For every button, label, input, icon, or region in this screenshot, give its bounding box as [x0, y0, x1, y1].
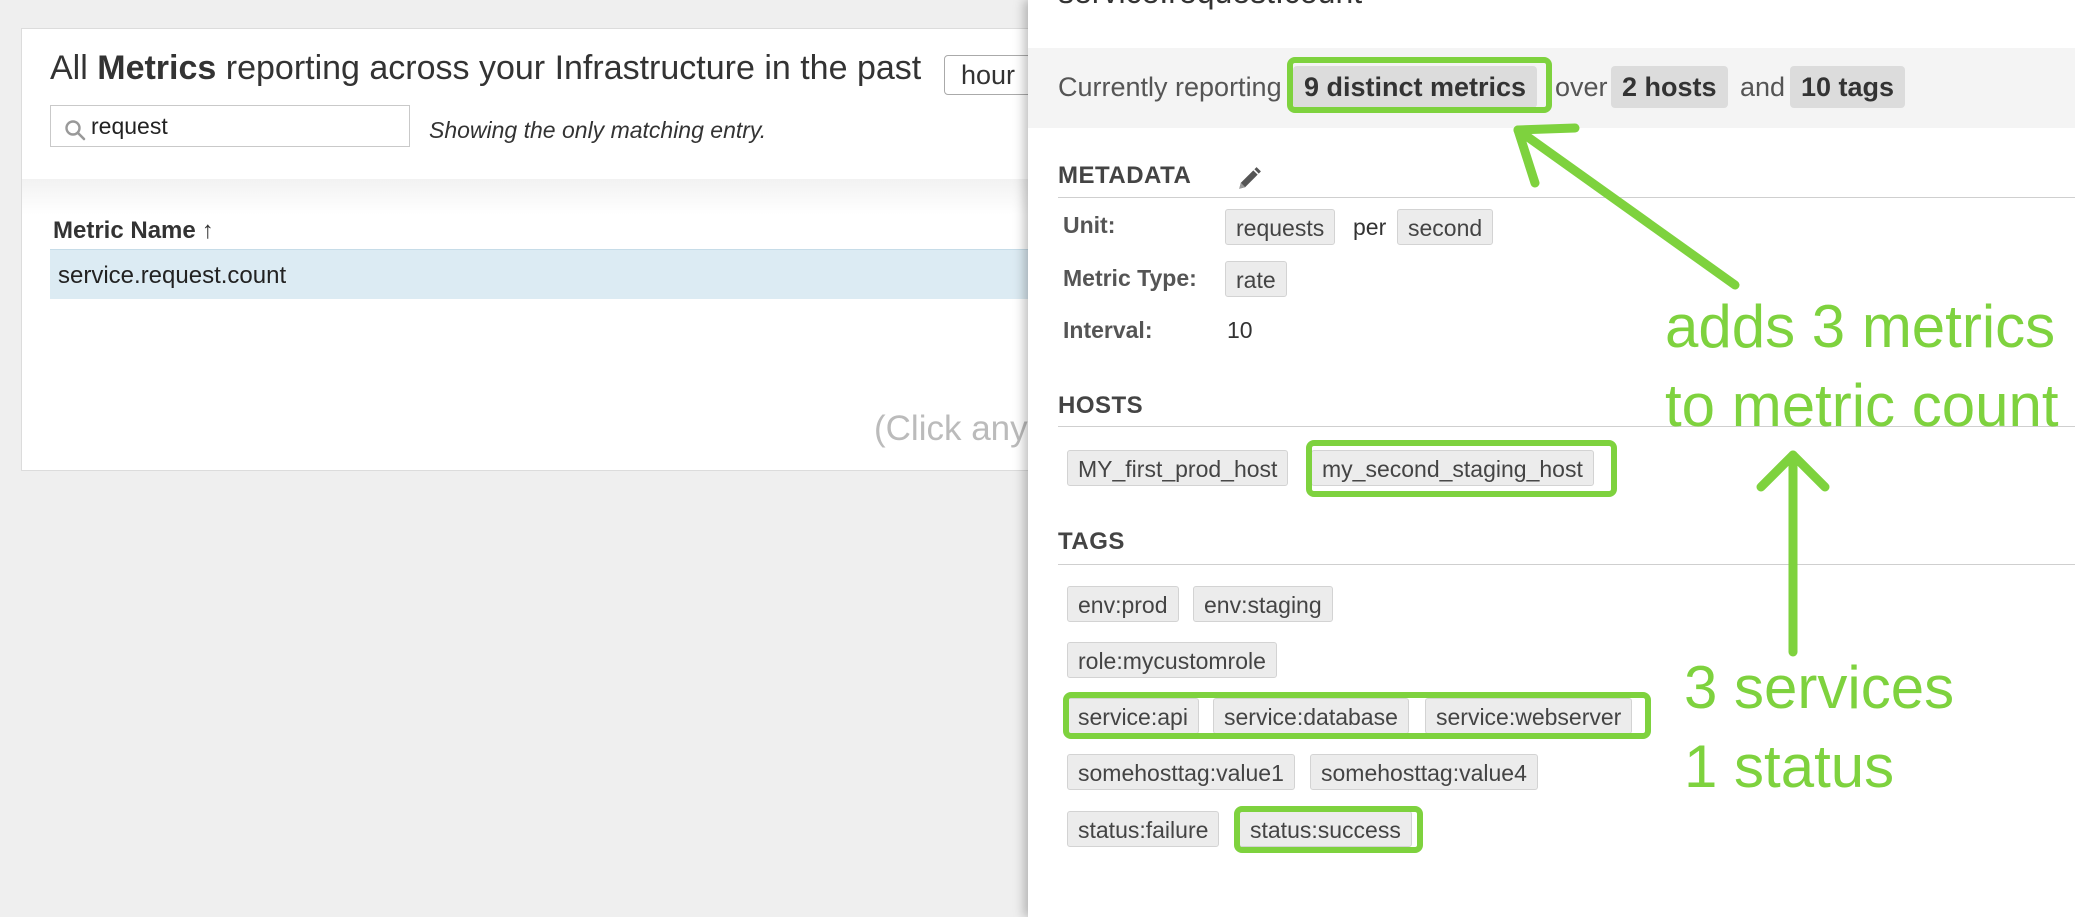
edit-pencil-icon[interactable]: [1236, 166, 1262, 192]
heading-prefix: All: [50, 49, 88, 87]
timeframe-value: hour: [961, 60, 1016, 90]
tag-chip[interactable]: service:webserver: [1425, 698, 1633, 734]
tags-divider: [1058, 564, 2075, 565]
metric-type-label: Metric Type:: [1063, 265, 1197, 291]
list-divider: [22, 179, 1040, 215]
summary-and: and: [1740, 72, 1786, 102]
unit-value-tag: requests: [1225, 209, 1336, 245]
summary-over: over: [1555, 72, 1608, 102]
tag-chip[interactable]: somehosttag:value1: [1067, 754, 1295, 790]
search-icon: [65, 120, 86, 141]
tag-chip[interactable]: service:api: [1067, 698, 1199, 734]
column-header-label: Metric Name: [53, 217, 196, 244]
tag-chip[interactable]: env:staging: [1193, 586, 1333, 622]
metadata-title-text: METADATA: [1058, 162, 1192, 189]
annotation-top-line1: adds 3 metrics: [1665, 293, 2056, 360]
tag-chip[interactable]: status:failure: [1067, 811, 1220, 847]
tag-chip[interactable]: role:mycustomrole: [1067, 642, 1277, 678]
unit-per-text: per: [1353, 214, 1387, 240]
heading-bold: Metrics: [97, 49, 217, 87]
interval-value: 10: [1227, 317, 1253, 343]
tag-chip[interactable]: env:prod: [1067, 586, 1179, 622]
annotation-top: adds 3 metrics to metric count: [1665, 287, 2059, 445]
annotation-bottom-line1: 3 services: [1684, 654, 1955, 721]
metric-type-tag: rate: [1225, 261, 1287, 297]
panel-title: service.request.count: [1058, 0, 1362, 11]
sort-ascending-icon: ↑: [201, 217, 214, 244]
distinct-metrics-badge: 9 distinct metrics: [1293, 66, 1538, 108]
unit-per-value-tag: second: [1397, 209, 1494, 245]
search-input[interactable]: [91, 110, 401, 142]
metric-name-column-header[interactable]: Metric Name ↑: [53, 217, 214, 245]
summary-prefix: Currently reporting: [1058, 72, 1282, 102]
hosts-count-badge: 2 hosts: [1611, 66, 1728, 108]
match-note: Showing the only matching entry.: [429, 117, 767, 143]
metric-name-cell: service.request.count: [58, 262, 287, 289]
summary-bar: Currently reporting 9 distinct metrics o…: [1028, 48, 2075, 128]
metadata-section-title: METADATA: [1058, 162, 1261, 190]
tags-count-badge: 10 tags: [1790, 66, 1906, 108]
click-hint: (Click any: [874, 409, 1028, 448]
annotation-top-line2: to metric count: [1665, 372, 2059, 440]
hosts-section-title: HOSTS: [1058, 392, 1144, 419]
metadata-divider: [1058, 197, 2075, 198]
search-box[interactable]: [50, 105, 410, 147]
page-heading: All Metrics reporting across your Infras…: [50, 49, 921, 88]
host-tag[interactable]: MY_first_prod_host: [1067, 450, 1289, 486]
interval-label: Interval:: [1063, 317, 1153, 343]
host-tag[interactable]: my_second_staging_host: [1311, 450, 1594, 486]
unit-label: Unit:: [1063, 212, 1116, 238]
annotation-bottom: 3 services 1 status: [1684, 648, 1954, 806]
tag-chip[interactable]: service:database: [1213, 698, 1409, 734]
tag-chip[interactable]: status:success: [1239, 811, 1412, 847]
heading-suffix: reporting across your Infrastructure in …: [225, 49, 922, 87]
table-row[interactable]: service.request.count: [50, 249, 1040, 299]
tag-chip[interactable]: somehosttag:value4: [1310, 754, 1538, 790]
annotation-bottom-line2: 1 status: [1684, 733, 1895, 801]
tags-section-title: TAGS: [1058, 528, 1125, 555]
metrics-list-card: All Metrics reporting across your Infras…: [21, 28, 1044, 471]
